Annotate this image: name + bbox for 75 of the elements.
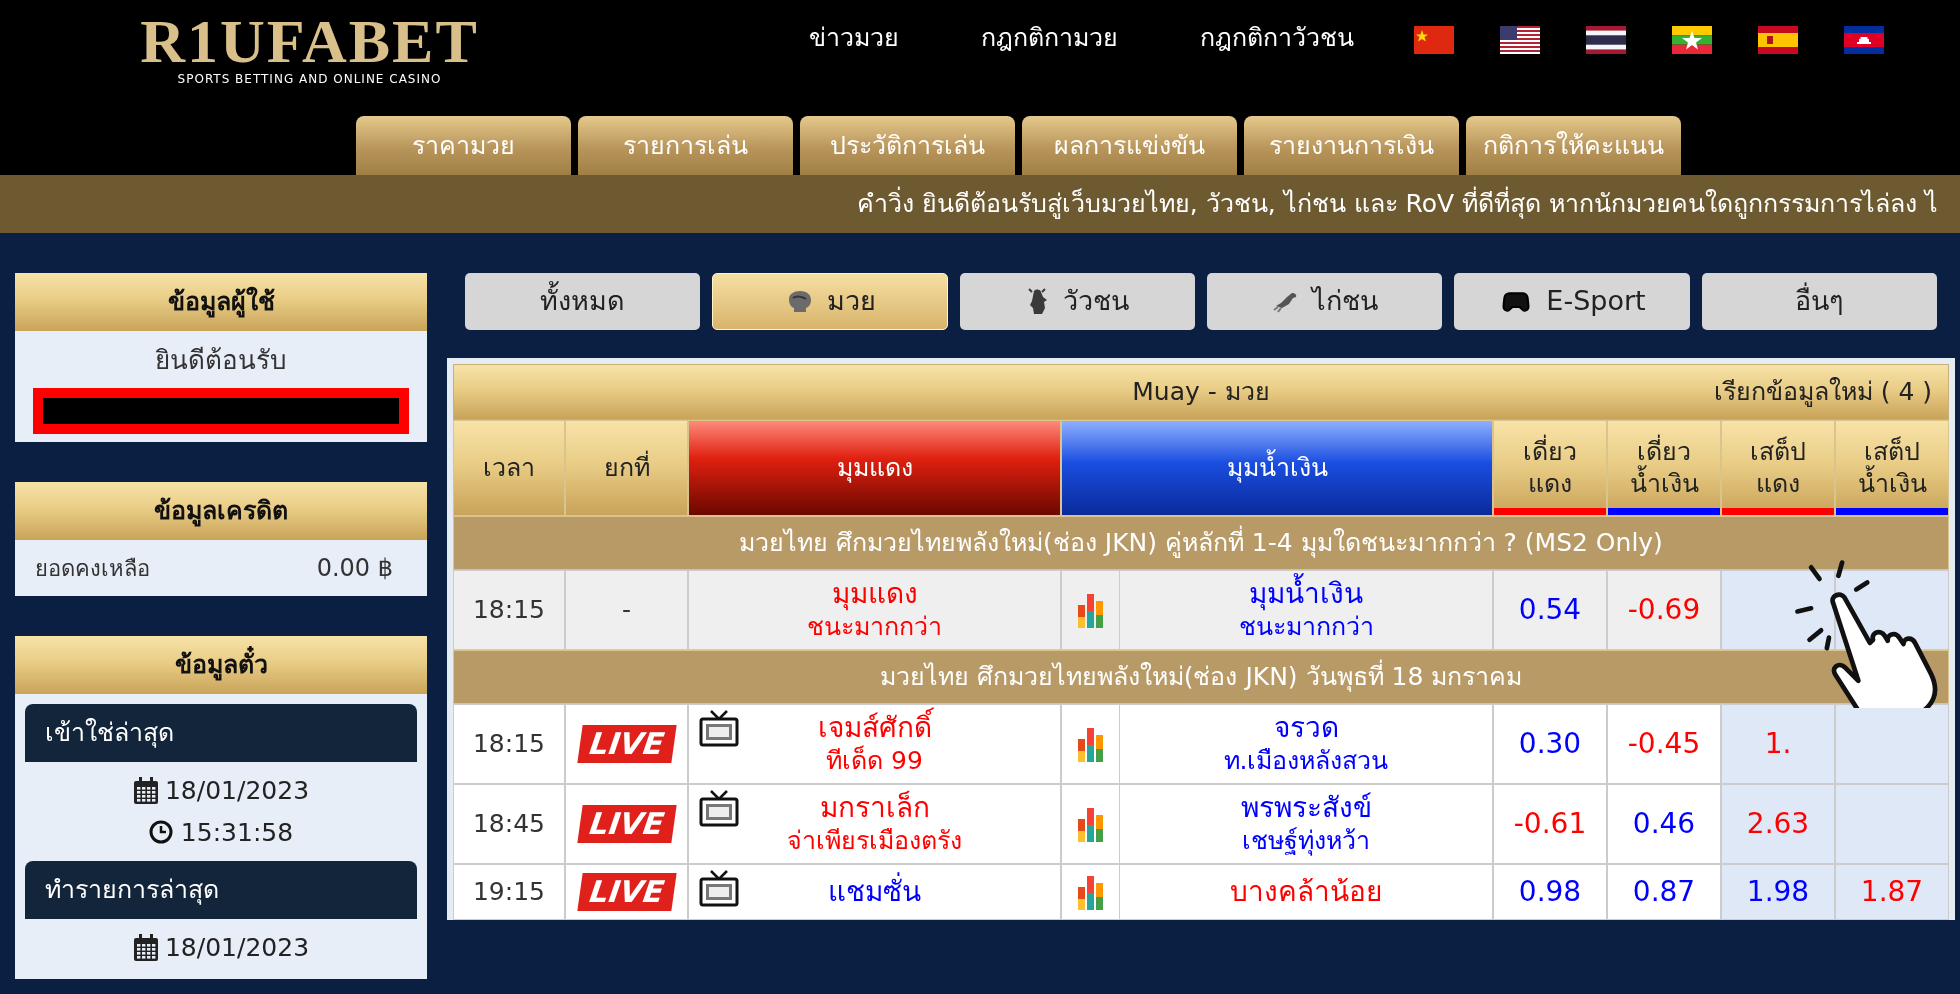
column-header: เวลา (453, 420, 565, 516)
welcome-text: ยินดีต้อนรับ (155, 344, 287, 377)
flag-icon[interactable] (1844, 26, 1884, 54)
time-cell: 19:15 (453, 864, 565, 920)
section-header: ทำรายการล่าสุด (25, 861, 417, 919)
section-header: เข้าใช่ล่าสุด (25, 704, 417, 762)
clock-icon (148, 820, 173, 845)
flag-icon[interactable] (1672, 26, 1712, 54)
category-tab[interactable]: มวย (712, 273, 948, 330)
live-badge[interactable]: LIVE (576, 805, 677, 843)
bar-chart-icon[interactable] (1076, 805, 1105, 843)
odds-cell[interactable]: -0.45 (1607, 704, 1721, 784)
fighter-camp: ชนะมากกว่า (1238, 611, 1374, 643)
table-title: Muay - มวย (1132, 376, 1270, 409)
fighter-camp: ชนะมากกว่า (807, 611, 942, 643)
panel-header: ข้อมูลเครดิต (15, 482, 427, 540)
flag-icon[interactable] (1500, 26, 1540, 54)
fighter-camp: ท.เมืองหลังสวน (1223, 745, 1389, 777)
tv-icon[interactable] (699, 709, 739, 747)
category-tab[interactable]: E-Sport (1454, 273, 1690, 330)
group-header: มวยไทย ศึกมวยไทยพลังใหม่(ช่อง JKN) วันพุธที่ 18 มกราคม (453, 650, 1949, 704)
flag-icon[interactable] (1586, 26, 1626, 54)
news-ticker: คำวิ่ง ยินดีต้อนรับสู่เว็บมวยไทย, วัวชน, ไก่ชน และ RoV ที่ดีที่สุด หากนักมวยคนใดถูกกรรมการไล่ลง ไ (0, 175, 1960, 233)
odds-cell[interactable]: 0.46 (1607, 784, 1721, 864)
column-header: มุมแดง (688, 420, 1061, 516)
category-tab[interactable]: ทั้งหมด (465, 273, 701, 330)
calendar-icon (132, 776, 159, 805)
live-badge[interactable]: LIVE (576, 725, 677, 763)
logo[interactable]: R1UFABET SPORTS BETTING AND ONLINE CASINO (122, 10, 497, 86)
nav-link[interactable]: ข่าวมวย (797, 20, 911, 56)
category-tab[interactable]: วัวชน (959, 273, 1195, 330)
date-text: 18/01/2023 (164, 775, 310, 807)
fighter-name: จรวด (1273, 711, 1339, 745)
fighter-name: มกราเล็ก (819, 791, 930, 825)
refresh-button[interactable]: เรียกข้อมูลใหม่ ( 4 ) (1713, 373, 1932, 411)
odds-cell[interactable]: -0.61 (1493, 784, 1607, 864)
column-header: เดี่ยว น้ำเงิน (1607, 420, 1721, 516)
nav-link[interactable]: กฎกติกาวัวชน (1188, 20, 1366, 56)
date-text: 18/01/2023 (164, 932, 310, 964)
tv-icon[interactable] (699, 789, 739, 827)
column-header: เสต็ป น้ำเงิน (1835, 420, 1949, 516)
balance-label: ยอดคงเหลือ (35, 554, 150, 583)
time-cell: 18:45 (453, 784, 565, 864)
odds-cell[interactable]: 0.87 (1607, 864, 1721, 920)
fighter-name: พรพระสังข์ (1240, 791, 1372, 825)
bar-chart-icon[interactable] (1076, 725, 1105, 763)
time-cell: 18:15 (453, 570, 565, 650)
category-tab[interactable]: อื่นๆ (1701, 273, 1937, 330)
live-badge[interactable]: LIVE (576, 873, 677, 911)
column-header: เดี่ยว แดง (1493, 420, 1607, 516)
panel-header: ข้อมูลตั๋ว (15, 636, 427, 694)
column-header: มุมน้ำเงิน (1061, 420, 1493, 516)
nav-link[interactable]: กฎกติกามวย (969, 20, 1130, 56)
category-tab[interactable]: ไก่ชน (1207, 273, 1443, 330)
fighter-camp: เชษฐ์ทุ่งหว้า (1242, 825, 1370, 857)
bar-chart-icon[interactable] (1076, 873, 1105, 911)
odds-cell[interactable]: 1.98 (1721, 864, 1835, 920)
group-header: มวยไทย ศึกมวยไทยพลังใหม่(ช่อง JKN) คู่หลักที่ 1-4 มุมใดชนะมากกว่า ? (MS2 Only) (453, 516, 1949, 570)
odds-cell[interactable]: 0.98 (1493, 864, 1607, 920)
time-cell: 18:15 (453, 704, 565, 784)
fighter-camp: จ่าเพียรเมืองตรัง (787, 825, 962, 857)
fighter-name: มุมแดง (831, 577, 918, 611)
fighter-camp: ทีเด็ด 99 (826, 745, 923, 777)
round-cell-text: - (622, 594, 631, 627)
bar-chart-icon[interactable] (1076, 591, 1105, 629)
odds-cell[interactable]: 0.30 (1493, 704, 1607, 784)
fighter-name: บางคล้าน้อย (1230, 875, 1382, 909)
column-header: เสต็ป แดง (1721, 420, 1835, 516)
calendar-icon (132, 933, 159, 962)
balance-value: 0.00 ฿ (316, 553, 393, 584)
tv-icon[interactable] (699, 869, 739, 907)
odds-cell[interactable]: 0.54 (1493, 570, 1607, 650)
time-text: 15:31:58 (180, 816, 294, 849)
panel-header: ข้อมูลผู้ใช้ (15, 273, 427, 331)
column-header: ยกที่ (565, 420, 688, 516)
